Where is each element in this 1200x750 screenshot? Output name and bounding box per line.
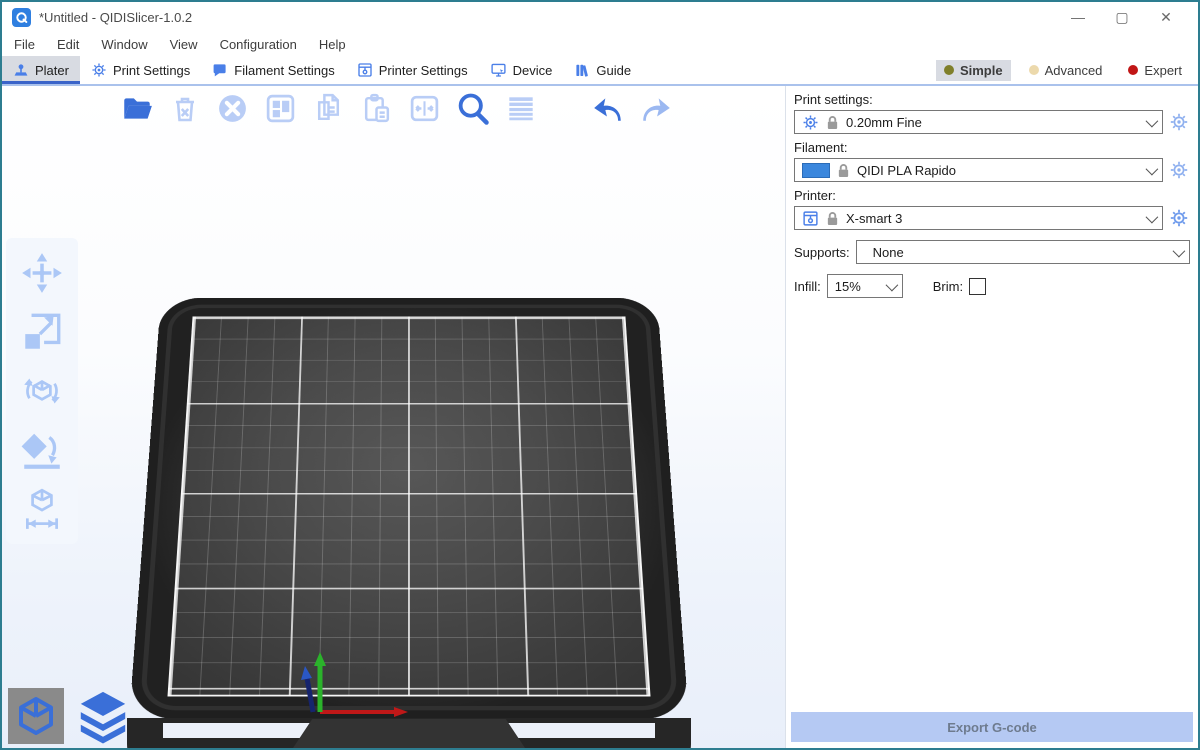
minimize-button[interactable]: — xyxy=(1056,3,1100,31)
edit-printer-button[interactable] xyxy=(1168,207,1190,229)
variable-layer-height-button[interactable] xyxy=(502,90,539,127)
infill-label: Infill: xyxy=(794,279,821,294)
expert-dot-icon xyxy=(1128,65,1138,75)
plater-icon xyxy=(13,62,29,78)
edit-print-settings-button[interactable] xyxy=(1168,111,1190,133)
rotate-gizmo-button[interactable] xyxy=(19,368,65,414)
lock-icon xyxy=(837,163,850,178)
chevron-down-icon xyxy=(1146,162,1159,175)
lock-icon xyxy=(826,211,839,226)
view-toggles xyxy=(8,687,133,745)
preview-view-button[interactable] xyxy=(73,687,133,745)
printer-value: X-smart 3 xyxy=(846,211,902,226)
infill-combo[interactable]: 15% xyxy=(827,274,903,298)
brim-checkbox[interactable] xyxy=(969,278,986,295)
menu-help[interactable]: Help xyxy=(319,37,346,52)
printer-combo[interactable]: X-smart 3 xyxy=(794,206,1163,230)
menu-file[interactable]: File xyxy=(14,37,35,52)
chevron-down-icon xyxy=(885,278,898,291)
origin-axes-icon xyxy=(280,622,430,727)
place-on-face-gizmo-button[interactable] xyxy=(19,427,65,473)
scale-gizmo-button[interactable] xyxy=(19,309,65,355)
infill-value: 15% xyxy=(835,279,861,294)
close-button[interactable]: ✕ xyxy=(1144,3,1188,31)
tab-device[interactable]: Device xyxy=(479,56,564,84)
maximize-button[interactable]: ▢ xyxy=(1100,3,1144,31)
mode-expert[interactable]: Expert xyxy=(1120,60,1190,81)
cube-icon xyxy=(14,694,58,738)
gizmo-toolbar xyxy=(6,238,78,544)
measure-gizmo-button[interactable] xyxy=(19,486,65,532)
filament-combo[interactable]: QIDI PLA Rapido xyxy=(794,158,1163,182)
undo-button[interactable] xyxy=(589,90,626,127)
app-logo-icon xyxy=(12,8,31,27)
print-settings-value: 0.20mm Fine xyxy=(846,115,922,130)
brim-label: Brim: xyxy=(933,279,963,294)
arrange-button[interactable] xyxy=(262,90,299,127)
guide-books-icon xyxy=(574,62,590,78)
app-window: *Untitled - QIDISlicer-1.0.2 — ▢ ✕ File … xyxy=(0,0,1200,750)
tab-filament-settings[interactable]: Filament Settings xyxy=(201,56,345,84)
move-gizmo-button[interactable] xyxy=(19,250,65,296)
advanced-dot-icon xyxy=(1029,65,1039,75)
layers-icon xyxy=(74,688,132,744)
mode-advanced[interactable]: Advanced xyxy=(1021,60,1111,81)
settings-panel: Print settings: 0.20mm Fine Filament: QI… xyxy=(785,86,1198,748)
chevron-down-icon xyxy=(1146,114,1159,127)
filament-color-swatch xyxy=(802,163,830,178)
menu-edit[interactable]: Edit xyxy=(57,37,79,52)
menu-bar: File Edit Window View Configuration Help xyxy=(2,32,1198,56)
filament-icon xyxy=(212,62,228,78)
tab-printer-settings[interactable]: Printer Settings xyxy=(346,56,479,84)
supports-label: Supports: xyxy=(794,245,850,260)
viewport-3d[interactable] xyxy=(2,86,785,748)
delete-button[interactable] xyxy=(166,90,203,127)
chevron-down-icon xyxy=(1146,210,1159,223)
print-settings-combo[interactable]: 0.20mm Fine xyxy=(794,110,1163,134)
printer-label: Printer: xyxy=(794,188,1190,203)
supports-value: None xyxy=(873,245,904,260)
chevron-down-icon xyxy=(1173,244,1186,257)
printer-icon xyxy=(802,210,819,227)
tab-bar: Plater Print Settings Filament Settings … xyxy=(2,56,1198,86)
paste-button[interactable] xyxy=(358,90,395,127)
search-button[interactable] xyxy=(454,90,491,127)
menu-view[interactable]: View xyxy=(170,37,198,52)
tab-print-settings[interactable]: Print Settings xyxy=(80,56,201,84)
simple-dot-icon xyxy=(944,65,954,75)
menu-window[interactable]: Window xyxy=(101,37,147,52)
supports-combo[interactable]: None xyxy=(856,240,1190,264)
lock-icon xyxy=(826,115,839,130)
mode-selector: Simple Advanced Expert xyxy=(936,56,1198,84)
split-button[interactable] xyxy=(406,90,443,127)
gear-icon xyxy=(91,62,107,78)
delete-all-button[interactable] xyxy=(214,90,251,127)
print-settings-label: Print settings: xyxy=(794,92,1190,107)
mode-simple[interactable]: Simple xyxy=(936,60,1011,81)
edit-filament-button[interactable] xyxy=(1168,159,1190,181)
filament-value: QIDI PLA Rapido xyxy=(857,163,956,178)
gear-icon xyxy=(802,114,819,131)
print-bed[interactable] xyxy=(124,170,694,748)
plater-toolbar xyxy=(118,90,674,127)
export-gcode-button[interactable]: Export G-code xyxy=(791,712,1193,742)
device-monitor-icon xyxy=(490,62,507,78)
redo-button[interactable] xyxy=(637,90,674,127)
tab-plater[interactable]: Plater xyxy=(2,56,80,84)
printer-icon xyxy=(357,62,373,78)
filament-label: Filament: xyxy=(794,140,1190,155)
tab-guide[interactable]: Guide xyxy=(563,56,642,84)
open-file-button[interactable] xyxy=(118,90,155,127)
copy-button[interactable] xyxy=(310,90,347,127)
window-title: *Untitled - QIDISlicer-1.0.2 xyxy=(39,10,192,25)
menu-configuration[interactable]: Configuration xyxy=(220,37,297,52)
title-bar: *Untitled - QIDISlicer-1.0.2 — ▢ ✕ xyxy=(2,2,1198,32)
editor-view-button[interactable] xyxy=(8,688,64,744)
